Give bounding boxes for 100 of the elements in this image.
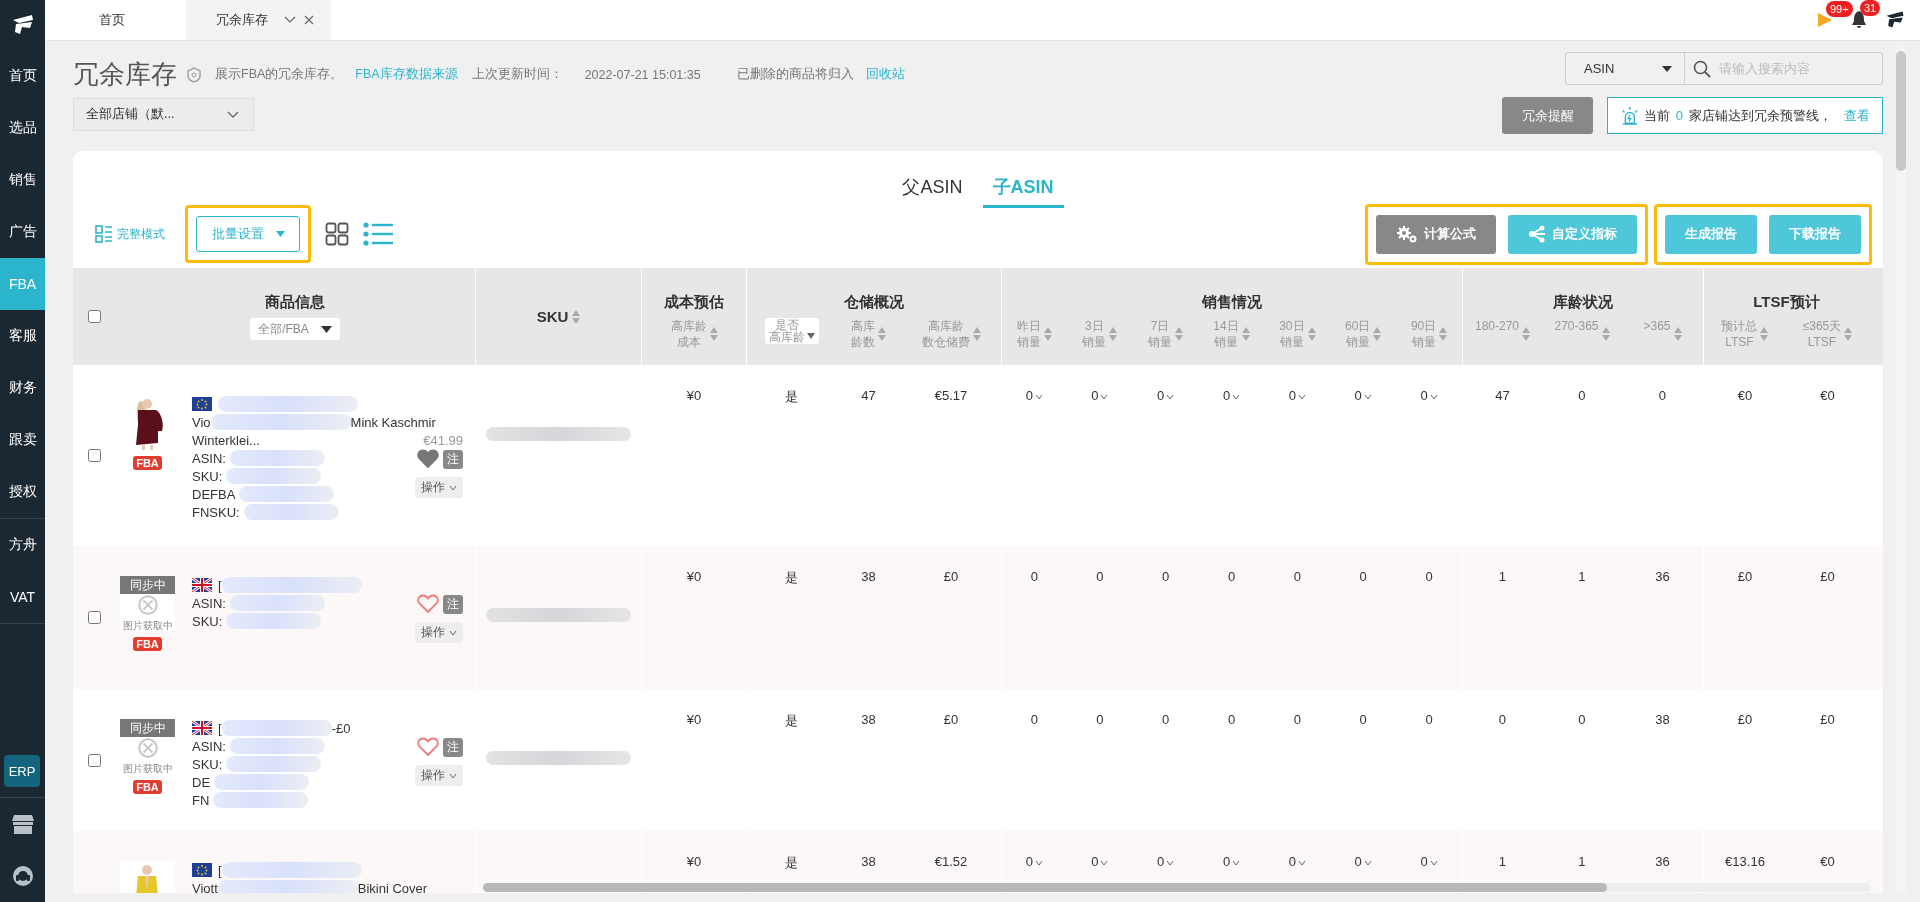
heart-icon[interactable] [417,449,439,469]
sidebar-item[interactable]: VAT [0,571,45,623]
chevron-down-icon[interactable] [1232,394,1241,400]
column-header[interactable]: >365 [1643,318,1671,334]
column-header[interactable]: 90日 销量 [1410,318,1437,350]
sidebar-item[interactable]: 客服 [0,310,45,362]
table-cell: 0 [1293,712,1301,727]
help-icon[interactable] [187,66,201,83]
column-header[interactable]: 预计总 LTSF [1721,318,1758,350]
store-icon[interactable] [10,813,35,835]
column-header[interactable]: 7日 销量 [1148,318,1173,350]
column-header[interactable]: SKU [536,308,569,325]
table-cell: 0 [1288,388,1296,403]
toolbar-button[interactable]: 生成报告 [1665,214,1757,254]
bell-icon[interactable] [1850,10,1868,30]
filter-select[interactable]: 是否 高库龄 [764,318,819,344]
column-header[interactable]: 180-270 [1474,318,1519,334]
flag-icon[interactable] [1816,11,1834,29]
column-group-header: 销售情况 [1202,293,1262,312]
fba-badge: FBA [133,456,162,470]
batch-settings-dropdown[interactable]: 批量设置 [196,216,300,252]
chevron-down-icon[interactable] [1035,860,1044,866]
toolbar-button[interactable]: 自定义指标 [1508,214,1637,254]
row-checkbox[interactable] [87,449,101,462]
table-cell: 1 [1578,569,1586,584]
chevron-down-icon[interactable] [1298,860,1306,866]
sidebar-item[interactable]: 财务 [0,362,45,414]
page-tab[interactable]: 冗余库存 [186,0,331,40]
close-icon[interactable] [304,15,314,25]
chevron-down-icon[interactable] [1100,860,1109,866]
chevron-down-icon[interactable] [1429,394,1438,400]
column-group-header: 仓储概况 [844,293,904,312]
list-view-icon[interactable] [363,222,393,246]
column-header[interactable]: 高库龄 数仓储费 [921,318,970,350]
sidebar-item[interactable]: 广告 [0,206,45,258]
chevron-down-icon[interactable] [1232,860,1241,866]
filter-select[interactable]: 全部/FBA [250,318,340,340]
horizontal-scrollbar[interactable] [483,883,1871,892]
column-header[interactable]: 昨日 销量 [1016,318,1041,350]
chevron-down-icon[interactable] [1166,860,1175,866]
table-cell: 0 [1288,854,1296,869]
note-button[interactable]: 注 [443,737,463,757]
column-header[interactable]: 高库 龄数 [851,318,875,350]
sidebar-item[interactable]: 首页 [0,50,45,102]
column-header[interactable]: 14日 销量 [1213,318,1239,350]
grid-view-icon[interactable] [325,222,349,246]
flag-icon [192,721,212,735]
column-header[interactable]: ≤365天 LTSF [1802,318,1842,350]
data-source-link[interactable]: FBA库存数据来源 [355,66,458,83]
store-select[interactable]: 全部店铺（默... [73,98,254,131]
vertical-scrollbar[interactable] [1896,45,1906,893]
heart-icon[interactable] [417,737,439,757]
row-checkbox[interactable] [87,753,101,767]
fba-badge: FBA [133,637,162,651]
chevron-down-icon[interactable] [1429,860,1438,866]
chevron-down-icon[interactable] [1363,394,1372,400]
toolbar-button[interactable]: 下载报告 [1769,214,1861,254]
notification-badge: 31 [1860,0,1881,16]
select-all-checkbox[interactable] [87,310,101,323]
redundancy-alert-button[interactable]: 冗余提醒 [1502,97,1593,134]
sidebar-item[interactable]: 选品 [0,102,45,154]
toolbar-button[interactable]: 计算公式 [1376,214,1496,254]
chevron-down-icon[interactable] [1100,394,1109,400]
chevron-down-icon[interactable] [1035,394,1044,400]
chevron-down-icon[interactable] [1166,394,1175,400]
support-icon[interactable] [10,864,35,888]
page-tab[interactable]: 首页 [45,0,186,40]
sidebar-item[interactable]: 跟卖 [0,414,45,466]
chevron-down-icon[interactable] [1363,860,1372,866]
recycle-bin-link[interactable]: 回收站 [865,66,905,83]
action-dropdown[interactable]: 操作 [415,765,463,786]
sidebar-item[interactable]: 销售 [0,154,45,206]
table-cell: 0 [1420,388,1428,403]
action-dropdown[interactable]: 操作 [415,477,463,498]
note-button[interactable]: 注 [443,594,463,614]
sidebar-item[interactable]: 授权 [0,466,45,518]
view-link[interactable]: 查看 [1844,106,1870,125]
table-cell: 47 [1495,388,1510,403]
view-tab[interactable]: 子ASIN [982,175,1064,208]
erp-button[interactable]: ERP [4,755,40,787]
column-header[interactable]: 60日 销量 [1345,318,1371,350]
table-cell: €1.52 [934,854,968,869]
view-tab[interactable]: 父ASIN [892,175,973,208]
note-button[interactable]: 注 [443,449,463,469]
column-header[interactable]: 高库龄 成本 [670,318,707,350]
column-header[interactable]: 30日 销量 [1279,318,1305,350]
chevron-down-icon[interactable] [1298,394,1306,400]
notice-text: 家店铺达到冗余预警线， [1689,106,1832,125]
sidebar-item[interactable]: FBA [0,258,45,310]
full-mode-toggle[interactable]: 完整模式 [95,225,165,243]
row-checkbox[interactable] [87,611,101,624]
column-header[interactable]: 3日 销量 [1082,318,1107,350]
action-dropdown[interactable]: 操作 [415,622,463,643]
heart-icon[interactable] [417,594,439,614]
update-label: 上次更新时间： [471,66,563,83]
search-type-select[interactable]: ASIN [1566,53,1685,84]
chevron-down-icon[interactable] [284,16,296,24]
column-header[interactable]: 270-365 [1554,318,1599,334]
deleted-note: 已删除的商品将归入 [736,66,854,83]
sidebar-item[interactable]: 方舟 [0,519,45,571]
